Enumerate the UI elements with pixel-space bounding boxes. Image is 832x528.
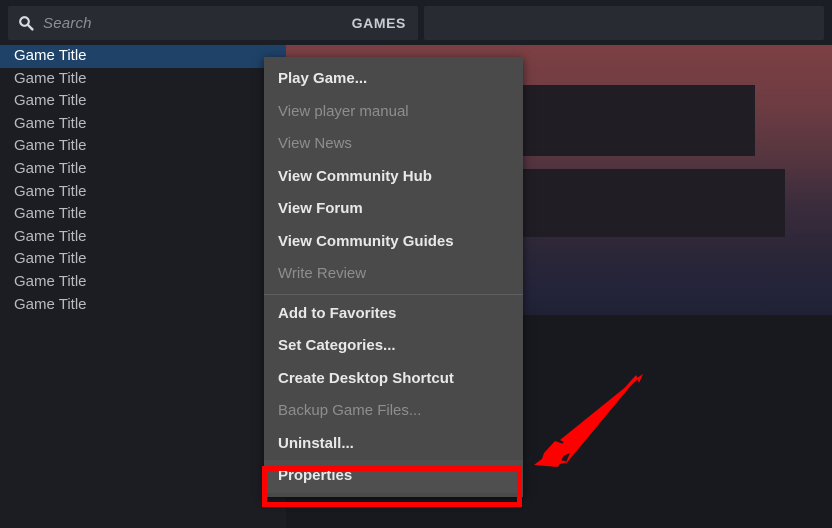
hero-placeholder-block-2 (523, 169, 785, 237)
menu-item-backup-game-files: Backup Game Files... (278, 402, 422, 419)
menu-item-view-player-manual: View player manual (278, 102, 409, 120)
menu-item-create-desktop-shortcut[interactable]: Create Desktop Shortcut (264, 363, 523, 396)
game-list-item[interactable]: Game Title (0, 294, 286, 317)
game-list-item[interactable]: Game Title (0, 90, 286, 113)
games-section-label: GAMES (351, 15, 406, 31)
game-list-item[interactable]: Game Title (0, 158, 286, 181)
game-context-menu[interactable]: Play Game... View player manual View News V… (264, 57, 523, 497)
game-list-item[interactable]: Game Title (0, 226, 286, 249)
search-icon (19, 16, 34, 31)
game-list-item[interactable]: Game Title (0, 181, 286, 204)
game-list-item[interactable]: Game Title (0, 45, 286, 68)
search-placeholder-text: Search (43, 14, 92, 32)
game-list-item[interactable]: Game Title (0, 271, 286, 294)
game-list-item[interactable]: Game Title (0, 68, 286, 91)
menu-item-play-game[interactable]: Play Game... (264, 63, 523, 96)
game-list-item[interactable]: Game Title (0, 113, 286, 136)
search-input[interactable]: Search GAMES (8, 6, 418, 40)
menu-item-view-community-hub[interactable]: View Community Hub (264, 161, 523, 194)
menu-item-view-forum[interactable]: View Forum (264, 193, 523, 226)
game-list-item[interactable]: Game Title (0, 203, 286, 226)
header-right-panel (424, 6, 824, 40)
hero-placeholder-block-1 (523, 85, 755, 156)
game-list-item[interactable]: Game Title (0, 248, 286, 271)
menu-item-properties[interactable]: Properties (264, 460, 523, 493)
menu-item-view-news: View News (278, 135, 352, 152)
top-header-bar: Search GAMES (0, 0, 832, 45)
menu-item-set-categories[interactable]: Set Categories... (264, 330, 523, 363)
game-list-sidebar[interactable]: Game Title Game Title Game Title Game Title… (0, 45, 286, 528)
menu-item-view-community-guides[interactable]: View Community Guides (264, 226, 523, 259)
menu-item-write-review: Write Review (278, 265, 367, 282)
menu-separator (264, 293, 523, 295)
steam-library-window: Search GAMES Game Title Game Title Game Ti… (0, 0, 832, 528)
game-list-item[interactable]: Game Title (0, 135, 286, 158)
menu-item-uninstall[interactable]: Uninstall... (264, 428, 523, 461)
game-list: Game Title Game Title Game Title Game Title… (0, 45, 286, 316)
menu-item-add-to-favorites[interactable]: Add to Favorites (264, 298, 523, 331)
